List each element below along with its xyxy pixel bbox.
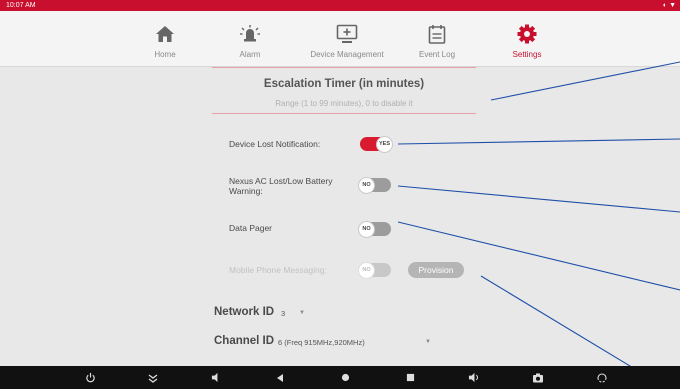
data-pager-label: Data Pager [229, 223, 272, 233]
nav-item-device-management[interactable]: Device Management [294, 11, 400, 67]
nexus-ac-toggle[interactable]: NO [358, 177, 391, 194]
event-log-icon [392, 23, 482, 45]
nav-item-alarm[interactable]: Alarm [205, 11, 295, 67]
android-navigation-bar [0, 366, 680, 389]
channel-id-dropdown-icon[interactable]: ▼ [425, 339, 431, 345]
nav-label-home: Home [154, 50, 176, 59]
nav-label-event-log: Event Log [418, 50, 456, 59]
settings-panel: Escalation Timer (in minutes) Range (1 t… [0, 67, 680, 366]
network-id-value[interactable]: 3 [281, 309, 285, 318]
device-management-icon [294, 23, 400, 45]
home-icon [120, 23, 210, 45]
data-pager-toggle[interactable]: NO [358, 221, 391, 238]
nav-item-settings[interactable]: Settings [482, 11, 572, 67]
nexus-ac-toggle-knob: NO [358, 177, 375, 194]
mobile-phone-label: Mobile Phone Messaging: [229, 265, 327, 275]
device-lost-toggle[interactable]: YES [360, 136, 393, 153]
back-icon[interactable] [268, 366, 292, 389]
status-bar: 10:07 AM ◐ ▼ [0, 0, 680, 11]
network-id-label: Network ID [214, 306, 275, 318]
nav-item-home[interactable]: Home [120, 11, 210, 67]
nav-label-device-management: Device Management [310, 50, 384, 59]
status-time: 10:07 AM [6, 2, 36, 9]
recents-icon[interactable] [398, 366, 422, 389]
home-nav-icon[interactable] [333, 366, 357, 389]
channel-id-value[interactable]: 6 (Freq 915MHz,920MHz) [278, 338, 365, 347]
mobile-phone-toggle[interactable]: NO [358, 262, 391, 279]
volume-up-icon[interactable] [462, 366, 486, 389]
escalation-timer-title: Escalation Timer (in minutes) [263, 78, 425, 90]
escalation-timer-field[interactable]: Escalation Timer (in minutes) Range (1 t… [212, 67, 476, 114]
gear-icon [482, 23, 572, 45]
nav-label-settings: Settings [512, 50, 542, 59]
nav-label-alarm: Alarm [239, 50, 261, 59]
nav-item-event-log[interactable]: Event Log [392, 11, 482, 67]
nexus-ac-label-line1: Nexus AC Lost/Low Battery [229, 176, 333, 186]
top-navigation: Home Alarm Device Management Event Log S… [0, 11, 680, 67]
nexus-ac-label: Nexus AC Lost/Low Battery Warning: [229, 176, 332, 196]
data-pager-toggle-knob: NO [358, 221, 375, 238]
mobile-phone-toggle-knob: NO [358, 262, 375, 279]
power-icon[interactable] [78, 366, 102, 389]
volume-down-icon[interactable] [204, 366, 228, 389]
escalation-timer-hint: Range (1 to 99 minutes), 0 to disable it [275, 99, 413, 108]
alarm-icon [205, 23, 295, 45]
channel-id-label: Channel ID [214, 335, 275, 347]
collapse-icon[interactable] [141, 366, 165, 389]
rotate-icon[interactable] [590, 366, 614, 389]
device-lost-toggle-knob: YES [376, 136, 393, 153]
network-id-dropdown-icon[interactable]: ▼ [299, 310, 305, 316]
nexus-ac-label-line2: Warning: [229, 186, 263, 196]
status-icons: ◐ ▼ [662, 2, 676, 9]
provision-button[interactable]: Provision [408, 262, 464, 278]
camera-icon[interactable] [526, 366, 550, 389]
device-lost-label: Device Lost Notification: [229, 139, 321, 149]
